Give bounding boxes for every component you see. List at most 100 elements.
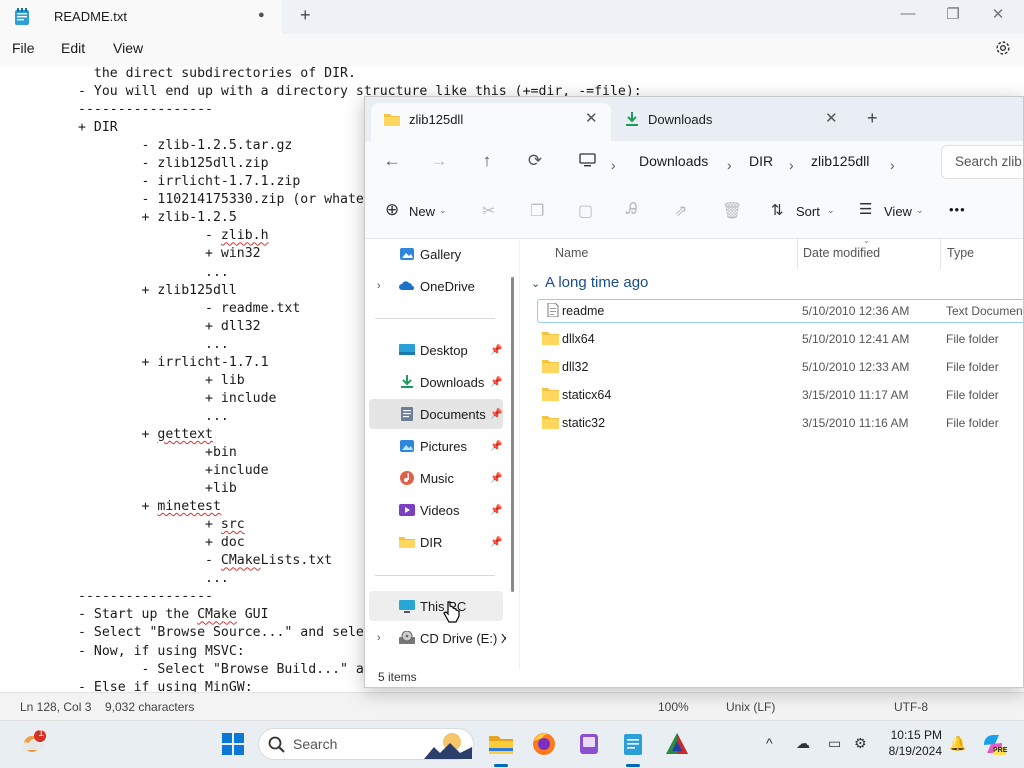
menu-view[interactable]: View [113, 40, 143, 56]
breadcrumb-expand-icon[interactable]: › [890, 157, 895, 173]
copy-icon[interactable]: ❐ [530, 201, 544, 221]
explorer-tab-zlib125dll[interactable] [371, 103, 611, 141]
breadcrumb-separator-icon: › [611, 157, 616, 173]
breadcrumb-downloads[interactable]: Downloads [639, 153, 708, 169]
paste-icon[interactable]: ▢ [578, 201, 593, 221]
item-count: 5 items [378, 670, 417, 684]
add-tab-button[interactable]: + [867, 108, 878, 129]
nav-pane-scrollbar[interactable] [511, 277, 514, 592]
nav-label: Videos [420, 503, 460, 518]
file-type: Text Document [946, 304, 1024, 318]
clock-time[interactable]: 10:15 PM [888, 728, 942, 742]
share-icon[interactable]: ⇗ [674, 201, 687, 221]
breadcrumb-separator-icon: › [789, 157, 794, 173]
pin-icon[interactable]: 📌 [490, 473, 502, 484]
close-tab-icon[interactable]: ✕ [825, 109, 838, 127]
unsaved-indicator-icon[interactable]: ● [258, 9, 265, 21]
column-separator[interactable] [797, 239, 798, 269]
menu-file[interactable]: File [12, 40, 35, 56]
display-icon[interactable]: ▭ [828, 735, 841, 752]
file-explorer-window: zlib125dll ✕ Downloads ✕ + ← → ↑ ⟳ › Dow… [364, 96, 1024, 688]
file-date: 5/10/2010 12:33 AM [802, 360, 910, 374]
encoding: UTF-8 [894, 700, 928, 714]
pin-icon[interactable]: 📌 [490, 345, 502, 356]
text-file-icon [547, 303, 559, 317]
sticky-app-icon[interactable] [576, 731, 602, 757]
pane-divider [519, 239, 520, 669]
menu-edit[interactable]: Edit [61, 40, 85, 56]
close-button[interactable]: ✕ [983, 5, 1013, 23]
folder-icon [384, 114, 400, 126]
file-name: staticx64 [562, 388, 612, 402]
notification-bell-icon[interactable]: 🔔 [949, 735, 966, 752]
column-header-date[interactable]: Date modified [803, 246, 880, 260]
network-icon[interactable]: ⚙ [854, 735, 867, 752]
explorer-statusbar [365, 669, 1023, 687]
nav-label: OneDrive [420, 279, 475, 294]
videos-icon [399, 504, 415, 516]
nav-label: Pictures [420, 439, 467, 454]
pin-icon[interactable]: 📌 [490, 441, 502, 452]
folder-icon [542, 360, 559, 373]
column-header-type[interactable]: Type [947, 246, 974, 260]
nav-label: Documents [420, 407, 486, 422]
character-count: 9,032 characters [105, 700, 195, 714]
clock-date[interactable]: 8/19/2024 [880, 744, 942, 758]
file-date: 5/10/2010 12:36 AM [802, 304, 910, 318]
up-button[interactable]: ↑ [475, 151, 499, 171]
sort-button[interactable]: Sort [796, 204, 820, 219]
show-hidden-icons-chevron-icon[interactable]: ^ [766, 735, 773, 751]
mouse-cursor-icon [443, 601, 460, 623]
line-ending: Unix (LF) [726, 700, 776, 714]
file-type: File folder [946, 416, 999, 430]
cut-icon[interactable]: ✂ [482, 201, 495, 221]
column-header-name[interactable]: Name [555, 246, 588, 260]
pc-icon [399, 600, 415, 613]
group-header[interactable]: A long time ago [545, 274, 648, 291]
onedrive-offline-icon[interactable]: ☁ [796, 735, 810, 752]
nav-divider [375, 318, 495, 319]
start-windows-icon[interactable] [220, 731, 246, 757]
sort-icon[interactable]: ⇅ [771, 201, 784, 219]
explorer-tab-label[interactable]: Downloads [648, 112, 712, 127]
new-plus-icon[interactable]: ⊕ [385, 200, 399, 220]
active-app-indicator [626, 764, 640, 767]
search-highlight-icon [424, 733, 472, 759]
maximize-button[interactable]: ❐ [938, 5, 968, 23]
new-tab-button[interactable]: + [300, 5, 311, 26]
folder-icon [399, 537, 415, 548]
refresh-button[interactable]: ⟳ [523, 151, 547, 171]
pin-icon[interactable]: 📌 [490, 409, 502, 420]
group-collapse-chevron-icon[interactable]: ⌄ [531, 277, 540, 290]
minimize-button[interactable]: — [893, 5, 923, 22]
file-explorer-taskbar-icon[interactable] [488, 731, 514, 757]
folder-icon [542, 388, 559, 401]
column-separator[interactable] [940, 239, 941, 269]
close-tab-icon[interactable]: ✕ [585, 109, 598, 127]
breadcrumb-zlib125dll[interactable]: zlib125dll [811, 153, 869, 169]
new-button[interactable]: New [409, 204, 435, 219]
prism-app-icon[interactable] [664, 731, 690, 757]
pin-icon[interactable]: 📌 [490, 505, 502, 516]
notepad-app-icon [15, 8, 29, 25]
pin-icon[interactable]: 📌 [490, 537, 502, 548]
settings-gear-icon[interactable] [994, 39, 1012, 57]
pin-icon[interactable]: 📌 [490, 377, 502, 388]
view-button[interactable]: View [884, 204, 912, 219]
notepad-tab[interactable] [0, 0, 282, 34]
search-icon [268, 736, 285, 753]
rename-icon[interactable]: Ꭿ [626, 201, 638, 219]
delete-icon[interactable]: 🗑 [722, 201, 742, 221]
firefox-icon[interactable] [531, 731, 557, 757]
file-date: 3/15/2010 11:17 AM [802, 388, 909, 402]
notepad-taskbar-icon[interactable] [620, 731, 646, 757]
notepad-tab-title: README.txt [54, 9, 127, 24]
folder-icon [542, 416, 559, 429]
breadcrumb-dir[interactable]: DIR [749, 153, 773, 169]
view-icon[interactable]: ☰ [859, 200, 872, 218]
more-options-button[interactable]: ••• [949, 202, 966, 217]
computer-icon[interactable] [579, 153, 596, 167]
back-button[interactable]: ← [380, 151, 404, 171]
forward-button[interactable]: → [427, 151, 451, 171]
file-name: dll32 [562, 360, 589, 374]
